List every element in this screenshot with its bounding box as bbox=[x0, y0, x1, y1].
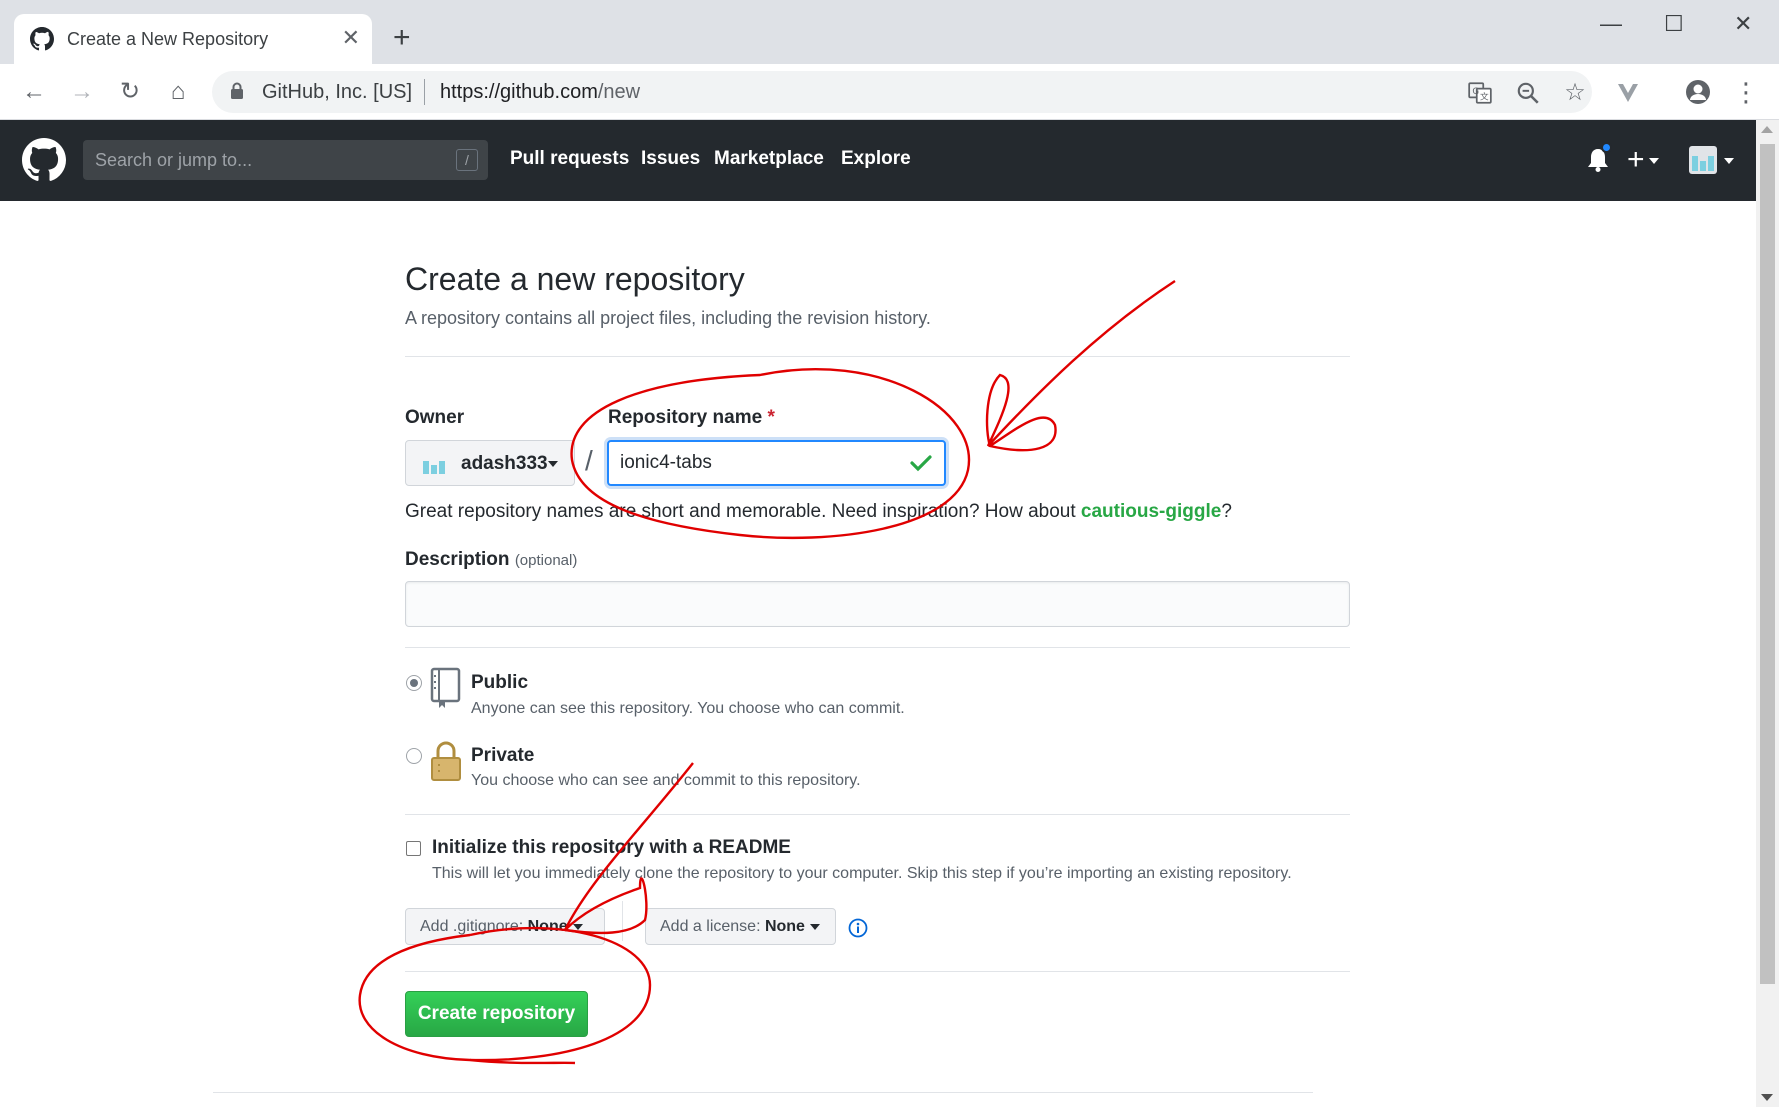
owner-label: Owner bbox=[405, 407, 465, 428]
forward-icon[interactable]: → bbox=[66, 76, 98, 108]
new-repo-form: Create a new repository A repository con… bbox=[405, 201, 1350, 1107]
notifications-bell-icon[interactable] bbox=[1587, 142, 1612, 173]
nav-pull-requests[interactable]: Pull requests bbox=[510, 148, 629, 170]
svg-text:文: 文 bbox=[1480, 91, 1489, 103]
select-separator bbox=[622, 901, 623, 941]
init-readme-note: This will let you immediately clone the … bbox=[432, 865, 1292, 882]
user-avatar[interactable] bbox=[1689, 146, 1717, 174]
github-favicon-icon bbox=[30, 27, 54, 51]
create-repository-button[interactable]: Create repository bbox=[405, 991, 588, 1037]
github-header: / Pull requests Issues Marketplace Explo… bbox=[0, 120, 1756, 201]
license-caret-icon bbox=[809, 923, 820, 930]
description-field[interactable] bbox=[405, 581, 1350, 627]
tab-title: Create a New Repository bbox=[67, 29, 269, 49]
divider bbox=[405, 971, 1350, 972]
public-radio[interactable] bbox=[406, 675, 422, 691]
new-tab-button[interactable]: + bbox=[393, 20, 411, 56]
description-input[interactable] bbox=[406, 582, 1349, 626]
gitignore-select[interactable]: Add .gitignore: None bbox=[405, 908, 605, 945]
site-identity: GitHub, Inc. [US] bbox=[262, 81, 413, 103]
owner-select[interactable]: adash333 bbox=[405, 440, 575, 486]
browser-menu-icon[interactable]: ⋮ bbox=[1730, 76, 1762, 108]
private-note: You choose who can see and commit to thi… bbox=[471, 772, 861, 789]
github-search-input[interactable] bbox=[83, 140, 488, 180]
suggestion-link[interactable]: cautious-giggle bbox=[1081, 501, 1221, 522]
required-mark: * bbox=[767, 407, 775, 428]
github-search[interactable]: / bbox=[83, 140, 488, 180]
search-shortcut-key: / bbox=[456, 149, 478, 171]
scroll-thumb[interactable] bbox=[1760, 144, 1775, 984]
owner-caret-icon bbox=[548, 461, 558, 467]
window-close-icon[interactable]: ✕ bbox=[1734, 10, 1752, 38]
github-logo-icon[interactable] bbox=[22, 138, 66, 182]
address-separator bbox=[424, 79, 425, 105]
nav-issues[interactable]: Issues bbox=[641, 148, 700, 170]
repo-name-input[interactable] bbox=[609, 442, 944, 484]
scroll-up-icon[interactable] bbox=[1761, 126, 1773, 133]
page-title: Create a new repository bbox=[405, 261, 745, 297]
browser-window: Create a New Repository ✕ + — ☐ ✕ ← → ↻ … bbox=[0, 0, 1779, 1107]
repo-name-field[interactable] bbox=[607, 440, 946, 486]
public-note: Anyone can see this repository. You choo… bbox=[471, 700, 905, 717]
address-url: https://github.com/new bbox=[440, 81, 641, 103]
divider bbox=[405, 356, 1350, 357]
vue-devtools-icon[interactable] bbox=[1612, 76, 1644, 108]
profile-icon[interactable] bbox=[1682, 76, 1714, 108]
lock-icon bbox=[231, 82, 243, 99]
caret-down-icon bbox=[1648, 158, 1659, 165]
init-readme-label: Initialize this repository with a README bbox=[432, 837, 791, 858]
reload-icon[interactable]: ↻ bbox=[114, 76, 146, 108]
private-label: Private bbox=[471, 745, 535, 766]
owner-repo-separator: / bbox=[585, 445, 593, 476]
divider bbox=[405, 647, 1350, 648]
license-select[interactable]: Add a license: None bbox=[645, 908, 836, 945]
bookmark-star-icon[interactable]: ☆ bbox=[1562, 80, 1588, 106]
private-radio[interactable] bbox=[406, 748, 422, 764]
zoom-icon[interactable] bbox=[1515, 80, 1541, 106]
tab-strip: Create a New Repository ✕ + — ☐ ✕ bbox=[0, 0, 1779, 64]
back-icon[interactable]: ← bbox=[18, 76, 50, 108]
description-label: Description (optional) bbox=[405, 549, 578, 570]
gitignore-caret-icon bbox=[572, 923, 583, 930]
create-new-dropdown[interactable]: + bbox=[1627, 142, 1659, 178]
check-icon bbox=[910, 455, 932, 472]
avatar-caret-icon[interactable] bbox=[1724, 158, 1734, 164]
maximize-icon[interactable]: ☐ bbox=[1664, 10, 1684, 38]
address-bar[interactable]: GitHub, Inc. [US] https://github.com/new… bbox=[212, 71, 1592, 113]
scroll-down-icon[interactable] bbox=[1761, 1094, 1773, 1101]
optional-note: (optional) bbox=[514, 552, 578, 569]
nav-marketplace[interactable]: Marketplace bbox=[714, 148, 824, 170]
repo-book-icon bbox=[430, 667, 461, 708]
owner-avatar-icon bbox=[423, 461, 445, 474]
identicon-icon bbox=[1692, 156, 1714, 171]
divider bbox=[405, 814, 1350, 815]
footer-divider bbox=[213, 1092, 1313, 1093]
public-label: Public bbox=[471, 672, 529, 693]
notification-dot bbox=[1601, 142, 1612, 153]
minimize-icon[interactable]: — bbox=[1600, 10, 1622, 38]
tab-close-icon[interactable]: ✕ bbox=[342, 24, 360, 52]
repo-name-label: Repository name * bbox=[608, 407, 775, 428]
info-icon[interactable] bbox=[848, 918, 868, 938]
svg-text:G: G bbox=[1472, 87, 1479, 97]
nav-explore[interactable]: Explore bbox=[841, 148, 911, 170]
init-readme-checkbox[interactable] bbox=[406, 841, 421, 856]
page-subtitle: A repository contains all project files,… bbox=[405, 308, 931, 328]
repo-name-hint: Great repository names are short and mem… bbox=[405, 501, 1232, 522]
page-scrollbar[interactable] bbox=[1756, 120, 1779, 1107]
browser-toolbar: ← → ↻ ⌂ GitHub, Inc. [US] https://github… bbox=[0, 64, 1779, 120]
home-icon[interactable]: ⌂ bbox=[162, 76, 194, 108]
lock-private-icon bbox=[431, 741, 461, 781]
owner-name: adash333 bbox=[461, 453, 548, 474]
browser-tab-active[interactable]: Create a New Repository ✕ bbox=[14, 14, 372, 64]
translate-icon[interactable]: G 文 bbox=[1467, 80, 1493, 106]
